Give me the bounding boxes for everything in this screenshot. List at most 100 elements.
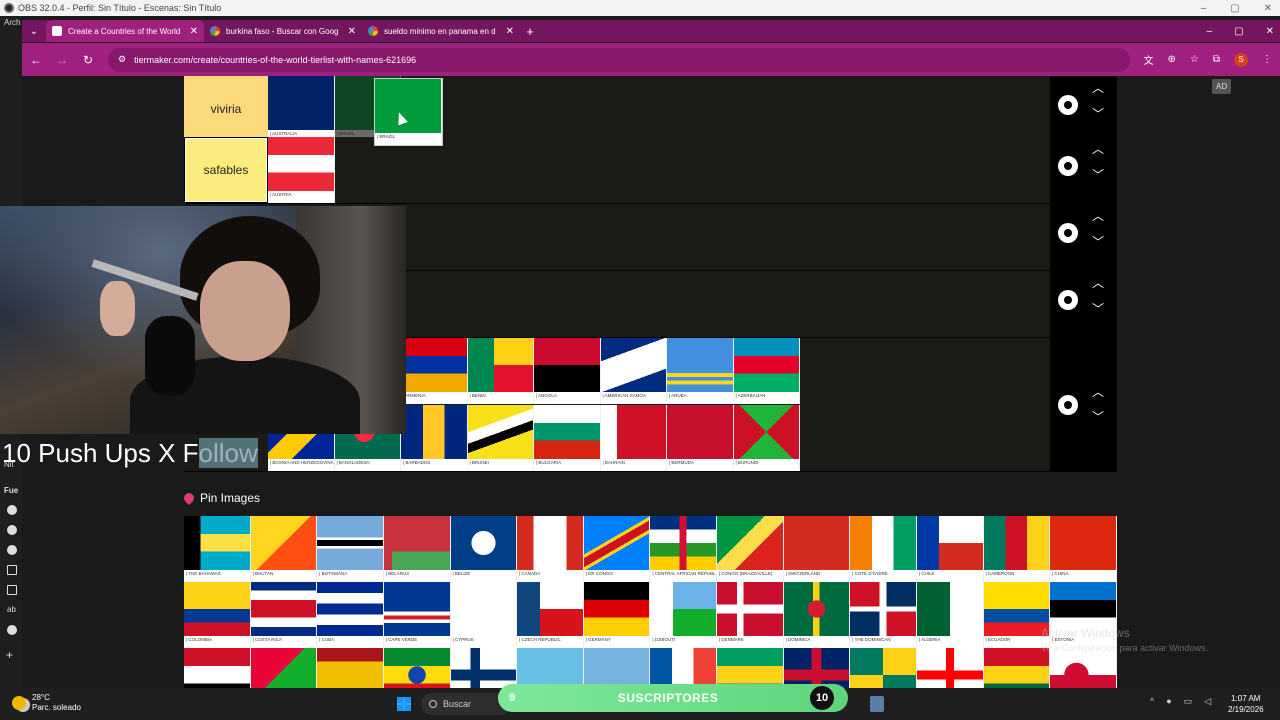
zoom-icon[interactable]: ⊕ [1168,54,1176,65]
flag-item-canada[interactable]: | CANADA [517,516,584,582]
chevron-up-icon[interactable]: ︿ [1090,384,1106,400]
flag-item-fiji[interactable]: | [517,648,584,688]
camera-icon[interactable] [7,545,17,555]
chevron-down-icon[interactable]: ﹀ [1090,301,1106,317]
close-icon[interactable]: ✕ [1264,3,1272,14]
gear-icon[interactable] [1055,392,1081,418]
flag-item-denmark[interactable]: | DENMARK [717,582,784,648]
chevron-up-icon[interactable]: ︿ [1090,275,1106,291]
flag-item-costarica[interactable]: | COSTA RICA [250,582,318,648]
flag-item-benin[interactable]: | BENIN [467,338,534,404]
flag-item-gabon[interactable]: | [717,648,784,688]
flag-item-cyprus[interactable]: | CYPRUS [450,582,518,648]
add-source-icon[interactable]: + [6,648,13,662]
flag-item-china[interactable]: | CHINA [1050,516,1117,582]
flag-item-ghana[interactable]: | [983,648,1051,688]
bookmark-star-icon[interactable]: ☆ [1190,54,1199,65]
flag-item-djibouti[interactable]: | DJIBOUTI [650,582,717,648]
chevron-down-icon[interactable]: ﹀ [1090,167,1106,183]
flag-item-egypt[interactable]: | [184,648,251,688]
chevron-up-icon[interactable]: ︿ [1090,80,1106,96]
minimize-icon[interactable]: – [1207,26,1213,37]
gear-icon[interactable] [1055,287,1081,313]
browser-tab-sueldo[interactable]: sueldo minimo en panama en d ✕ [362,20,520,42]
flag-item-bhutan[interactable]: | BHUTAN [250,516,318,582]
flag-item-car[interactable]: | CENTRAL AFRICAN REPUBLIC [650,516,717,582]
minimize-icon[interactable]: – [1201,3,1207,14]
maximize-icon[interactable]: ▢ [1234,26,1243,37]
chevron-down-icon[interactable]: ﹀ [1090,234,1106,250]
maximize-icon[interactable]: ▢ [1230,3,1239,14]
new-tab-button[interactable]: + [520,24,540,39]
close-icon[interactable]: ✕ [348,26,356,37]
flag-item-congo[interactable]: | CONGO (BRAZZAVILLE) [717,516,784,582]
flag-item-bulgaria[interactable]: | BULGARIA [534,404,601,471]
flag-item-chile[interactable]: | CHILE [916,516,984,582]
close-icon[interactable]: ✕ [1266,26,1274,37]
flag-item-australia[interactable]: | AUSTRALIA [268,76,335,142]
flag-item-eritrea[interactable]: | [250,648,318,688]
globe-icon[interactable] [7,505,17,515]
flag-item-armenia[interactable]: | ARMENIA [401,338,468,404]
flag-item-barbados[interactable]: | BARBADOS [401,404,468,471]
flag-item-capeverde[interactable]: | CAPE VERDE [383,582,451,648]
close-icon[interactable]: ✕ [190,26,198,37]
forward-icon[interactable]: → [56,53,68,67]
flag-item-uk[interactable]: | [783,648,851,688]
flag-item-ethiopia[interactable]: | [383,648,451,688]
flag-item-czech[interactable]: | CZECH REPUBLIC [517,582,584,648]
tab-search-icon[interactable]: ⌄ [22,26,46,37]
gear-icon[interactable] [1055,220,1081,246]
flag-item-amsamoa[interactable]: | AMERICAN SAMOA [600,338,667,404]
microphone-icon[interactable]: ● [1166,696,1171,707]
tier-label[interactable]: viviria [184,76,268,142]
flag-item-aruba[interactable]: | ARUBA [667,338,734,404]
kebab-menu-icon[interactable]: ⋮ [1262,54,1272,65]
browser-tab-burkina[interactable]: burkina faso - Buscar con Goog ✕ [204,20,362,42]
flag-item-switzerland[interactable]: | SWITZERLAND [783,516,851,582]
chevron-down-icon[interactable]: ﹀ [1090,106,1106,122]
flag-item-dominican[interactable]: | THE DOMINICAN [850,582,917,648]
flag-item-ivory[interactable]: | COTE D'IVOIRE [850,516,917,582]
dragged-flag-item[interactable]: | BRAZIL [375,79,442,145]
flag-item-bahrain[interactable]: | BAHRAIN [600,404,667,471]
gear-icon[interactable] [1055,92,1081,118]
extensions-icon[interactable]: ⧉ [1213,54,1220,65]
flag-item-botswana[interactable]: | BOTSWANA [317,516,384,582]
taskbar-clock[interactable]: 1:07 AM 2/19/2026 [1228,693,1264,715]
flag-item-greenland[interactable]: | [1050,648,1117,688]
flag-item-dominica[interactable]: | DOMINICA [783,582,851,648]
network-icon[interactable]: ▭ [1184,696,1193,707]
address-bar[interactable]: ⚙ tiermaker.com/create/countries-of-the-… [108,47,1130,72]
flag-item-bermuda[interactable]: | BERMUDA [667,404,734,471]
flag-item-colombia[interactable]: | COLOMBIA [184,582,251,648]
flag-item-georgia[interactable]: | [916,648,984,688]
back-icon[interactable]: ← [30,53,42,67]
flag-item-algeria[interactable]: | ALGERIA [916,582,984,648]
chevron-up-icon[interactable]: ︿ [1090,208,1106,224]
flag-item-belize[interactable]: | BELIZE [450,516,518,582]
pin-images-header[interactable]: Pin Images [181,488,260,508]
flag-item-bahamas[interactable]: | THE BAHAMAS [184,516,251,582]
globe-icon[interactable] [7,525,17,535]
globe-icon[interactable] [7,625,17,635]
window-icon[interactable] [7,565,17,575]
flag-item-brunei[interactable]: | BRUNEI [467,404,534,471]
windows-start-icon[interactable] [397,697,411,711]
volume-icon[interactable]: ◁ [1204,696,1211,707]
chevron-up-icon[interactable]: ^ [1150,696,1154,707]
chevron-up-icon[interactable]: ︿ [1090,141,1106,157]
flag-item-angola[interactable]: | ANGOLA [534,338,601,404]
browser-tab-tiermaker[interactable]: Create a Countries of the World ✕ [46,20,204,42]
close-icon[interactable]: ✕ [506,26,514,37]
flag-item-finland[interactable]: | [450,648,518,688]
tier-label[interactable]: safables [184,137,268,203]
site-info-icon[interactable]: ⚙ [118,54,126,65]
flag-item-cameroon[interactable]: | CAMEROON [983,516,1051,582]
text-source-icon[interactable]: ab [7,605,16,614]
flag-item-burundi[interactable]: | BURUNDI [733,404,800,471]
weather-widget[interactable]: 28°C Parc. soleado [12,693,81,713]
flag-item-cuba[interactable]: | CUBA [317,582,384,648]
ad-badge[interactable]: AD [1212,79,1232,94]
chevron-down-icon[interactable]: ﹀ [1090,409,1106,425]
